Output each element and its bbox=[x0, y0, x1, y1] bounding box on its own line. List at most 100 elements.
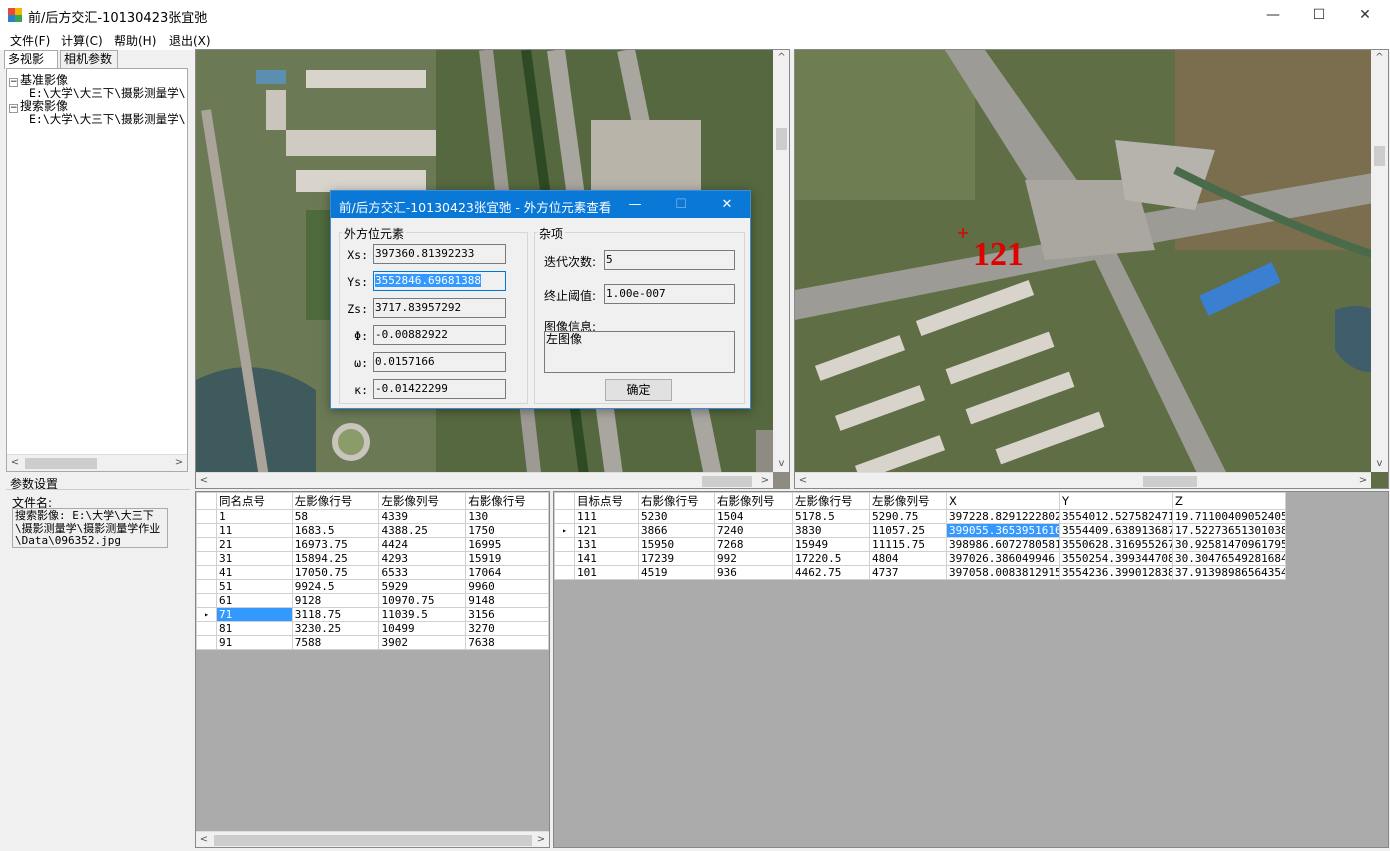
table-cell[interactable]: 6533 bbox=[378, 565, 467, 580]
table-cell[interactable]: 58 bbox=[291, 509, 380, 524]
column-header[interactable]: 左影像列号 bbox=[378, 492, 467, 510]
table-row[interactable]: 111 5230 1504 5178.5 5290.75 397228.829122280… bbox=[554, 509, 1286, 524]
table-cell[interactable]: 21 bbox=[216, 537, 293, 552]
scroll-thumb[interactable] bbox=[702, 476, 752, 487]
tree-hscrollbar[interactable]: < > bbox=[7, 454, 187, 471]
table-cell[interactable]: 5290.75 bbox=[869, 509, 947, 524]
table-cell[interactable]: 11115.75 bbox=[869, 537, 947, 552]
table-cell[interactable]: 4804 bbox=[869, 551, 947, 566]
scroll-right-icon[interactable]: > bbox=[533, 832, 549, 847]
row-header[interactable] bbox=[196, 537, 217, 552]
table-cell[interactable]: 4293 bbox=[378, 551, 467, 566]
table-cell[interactable]: 17064 bbox=[465, 565, 549, 580]
table-cell[interactable]: 121 bbox=[574, 523, 639, 538]
table-cell[interactable]: 30.925814709617953 bbox=[1172, 537, 1286, 552]
table-cell[interactable]: 10499 bbox=[378, 621, 467, 636]
table-row[interactable]: 81 3230.25 10499 3270 bbox=[196, 621, 549, 636]
table-cell[interactable]: 17220.5 bbox=[792, 551, 870, 566]
column-header[interactable]: 右影像行号 bbox=[465, 492, 549, 510]
table-cell[interactable]: 3230.25 bbox=[291, 621, 380, 636]
scroll-up-icon[interactable]: ^ bbox=[1371, 50, 1388, 66]
left-image-hscrollbar[interactable]: < > bbox=[196, 472, 773, 488]
minimize-button[interactable]: — bbox=[1250, 0, 1296, 30]
table-row[interactable]: 131 15950 7268 15949 11115.75 398986.60727805… bbox=[554, 537, 1286, 552]
table-row[interactable]: 11 1683.5 4388.25 1750 bbox=[196, 523, 549, 538]
row-header[interactable] bbox=[196, 621, 217, 636]
right-image-view[interactable]: 121 ^ v < > bbox=[794, 49, 1389, 489]
table-cell[interactable]: 141 bbox=[574, 551, 639, 566]
threshold-field[interactable]: 1.00e-007 bbox=[604, 284, 735, 304]
menu-exit[interactable]: 退出(X) bbox=[169, 32, 211, 49]
table-cell[interactable]: 3554012.5275824713 bbox=[1059, 509, 1173, 524]
close-button[interactable]: ✕ bbox=[1342, 0, 1388, 30]
table-row[interactable]: 1 58 4339 130 bbox=[196, 509, 549, 524]
table-cell[interactable]: 17050.75 bbox=[291, 565, 380, 580]
row-header[interactable]: ▸ bbox=[196, 607, 217, 622]
table-cell[interactable]: 11 bbox=[216, 523, 293, 538]
table-row[interactable]: ▸ 71 3118.75 11039.5 3156 bbox=[196, 607, 549, 622]
row-header[interactable] bbox=[554, 565, 575, 580]
table-cell[interactable]: 992 bbox=[714, 551, 793, 566]
table-cell[interactable]: 15894.25 bbox=[291, 551, 380, 566]
column-header[interactable]: X bbox=[946, 492, 1060, 510]
table-cell[interactable]: 3118.75 bbox=[291, 607, 380, 622]
table-cell[interactable]: 3554409.6389136878 bbox=[1059, 523, 1173, 538]
dialog-title-bar[interactable]: 前/后方交汇-10130423张宜弛 - 外方位元素查看 — ☐ ✕ bbox=[331, 191, 750, 218]
table-cell[interactable]: 16995 bbox=[465, 537, 549, 552]
table-cell[interactable]: 81 bbox=[216, 621, 293, 636]
column-header[interactable]: 同名点号 bbox=[216, 492, 293, 510]
matching-points-grid[interactable]: 同名点号 左影像行号 左影像列号 右影像行号 1 58 4339 130 11 1683.… bbox=[195, 491, 550, 848]
xs-field[interactable]: 397360.81392233 bbox=[373, 244, 506, 264]
scroll-left-icon[interactable]: < bbox=[196, 832, 212, 847]
scroll-right-icon[interactable]: > bbox=[1355, 473, 1371, 488]
table-cell[interactable]: 16973.75 bbox=[291, 537, 380, 552]
table-cell[interactable]: 9128 bbox=[291, 593, 380, 608]
table-cell[interactable]: 7240 bbox=[714, 523, 793, 538]
column-header[interactable]: 右影像列号 bbox=[714, 492, 793, 510]
table-cell[interactable]: 4737 bbox=[869, 565, 947, 580]
menu-help[interactable]: 帮助(H) bbox=[114, 32, 156, 49]
table-cell[interactable]: 7588 bbox=[291, 635, 380, 650]
row-header[interactable] bbox=[196, 523, 217, 538]
table-cell[interactable]: 936 bbox=[714, 565, 793, 580]
right-image-vscrollbar[interactable]: ^ v bbox=[1371, 50, 1388, 472]
scroll-down-icon[interactable]: v bbox=[773, 456, 789, 472]
scroll-left-icon[interactable]: < bbox=[795, 473, 811, 488]
table-cell[interactable]: 3156 bbox=[465, 607, 549, 622]
collapse-icon[interactable]: − bbox=[9, 78, 18, 87]
iteration-field[interactable]: 5 bbox=[604, 250, 735, 270]
table-cell[interactable]: 1 bbox=[216, 509, 293, 524]
ok-button[interactable]: 确定 bbox=[605, 379, 672, 401]
left-image-vscrollbar[interactable]: ^ v bbox=[773, 50, 789, 472]
image-info-field[interactable]: 左图像 bbox=[544, 331, 735, 373]
menu-file[interactable]: 文件(F) bbox=[10, 32, 50, 49]
table-cell[interactable]: 15919 bbox=[465, 551, 549, 566]
scroll-thumb[interactable] bbox=[1374, 146, 1385, 166]
table-cell[interactable]: 37.913989865643543 bbox=[1172, 565, 1286, 580]
menu-compute[interactable]: 计算(C) bbox=[61, 32, 103, 49]
table-cell[interactable]: 5230 bbox=[638, 509, 715, 524]
table-cell[interactable]: 4519 bbox=[638, 565, 715, 580]
table-row[interactable]: 31 15894.25 4293 15919 bbox=[196, 551, 549, 566]
column-header[interactable]: Z bbox=[1172, 492, 1286, 510]
table-cell[interactable]: 61 bbox=[216, 593, 293, 608]
table-cell[interactable]: 7268 bbox=[714, 537, 793, 552]
row-header[interactable] bbox=[196, 593, 217, 608]
table-cell[interactable]: 9924.5 bbox=[291, 579, 380, 594]
scroll-thumb[interactable] bbox=[214, 835, 532, 846]
collapse-icon[interactable]: − bbox=[9, 104, 18, 113]
column-header[interactable]: Y bbox=[1059, 492, 1173, 510]
table-cell[interactable]: 3270 bbox=[465, 621, 549, 636]
table-cell[interactable]: 9960 bbox=[465, 579, 549, 594]
table-cell[interactable]: 17239 bbox=[638, 551, 715, 566]
table-cell[interactable]: 9148 bbox=[465, 593, 549, 608]
scroll-right-icon[interactable]: > bbox=[171, 455, 187, 471]
table-cell[interactable]: 131 bbox=[574, 537, 639, 552]
table-cell[interactable]: 3550254.3993447088 bbox=[1059, 551, 1173, 566]
phi-field[interactable]: -0.00882922 bbox=[373, 325, 506, 345]
right-image-hscrollbar[interactable]: < > bbox=[795, 472, 1371, 488]
table-cell[interactable]: 15950 bbox=[638, 537, 715, 552]
table-cell[interactable]: 1750 bbox=[465, 523, 549, 538]
column-header[interactable]: 目标点号 bbox=[574, 492, 639, 510]
tab-multiview[interactable]: 多视影像 bbox=[4, 50, 58, 82]
